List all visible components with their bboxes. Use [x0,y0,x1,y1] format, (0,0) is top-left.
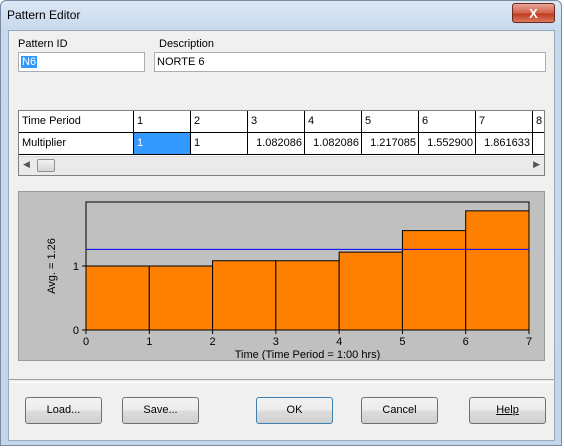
x-tick-label: 7 [526,336,532,348]
period-cell[interactable]: 4 [305,111,362,133]
description-field[interactable]: NORTE 6 [154,52,546,72]
y-tick-label: 1 [73,261,79,273]
multiplier-cell[interactable]: 1.082086 [248,133,305,155]
button-separator [9,379,554,383]
chart-bar [338,251,403,331]
pattern-editor-window: Pattern Editor X Pattern ID N6 Descripti… [0,0,562,446]
pattern-id-value: N6 [21,56,38,68]
title-bar[interactable]: Pattern Editor X [1,1,561,31]
x-tick-label: 3 [273,336,279,348]
chart-bar [465,210,530,331]
description-value: NORTE 6 [157,56,205,68]
multiplier-cell[interactable]: 1.217085 [362,133,419,155]
scroll-left-icon[interactable]: ◀ [23,159,30,170]
period-cell[interactable]: 2 [191,111,248,133]
scroll-right-icon[interactable]: ▶ [533,159,540,170]
multiplier-cell[interactable]: 1.082086 [305,133,362,155]
period-cell[interactable]: 1 [134,111,191,133]
help-label: Help [496,404,519,416]
cancel-button[interactable]: Cancel [361,397,438,424]
y-axis-label: Avg. = 1.26 [46,238,58,294]
save-button[interactable]: Save... [122,397,199,424]
multiplier-header: Multiplier [19,133,134,155]
pattern-grid: Time Period 1 2 3 4 5 6 7 8 Multiplier 1… [18,110,545,176]
x-tick-label: 4 [336,336,342,348]
period-cell[interactable]: 3 [248,111,305,133]
chart-bar [85,265,150,331]
multiplier-cell[interactable] [533,133,544,155]
multiplier-cell[interactable]: 1 [191,133,248,155]
x-tick-label: 2 [210,336,216,348]
multiplier-cell[interactable]: 1.552900 [419,133,476,155]
close-icon: X [529,6,538,21]
y-tick-label: 0 [73,325,79,337]
chart-bar [148,265,214,331]
period-cell[interactable]: 7 [476,111,533,133]
pattern-id-label: Pattern ID [18,38,68,50]
chart-bar [275,260,340,331]
ok-button[interactable]: OK [256,397,333,424]
x-tick-label: 0 [83,336,89,348]
x-tick-label: 1 [146,336,152,348]
x-axis-label: Time (Time Period = 1:00 hrs) [235,349,381,360]
close-button[interactable]: X [512,3,555,23]
window-title: Pattern Editor [7,8,81,22]
period-cell[interactable]: 8 [533,111,544,133]
pattern-chart: 0 1 2 3 4 5 6 7 0 1 Time (Time Period = 1:00 hrs) A… [18,191,545,361]
chart-bar [401,230,467,331]
horizontal-scrollbar[interactable]: ◀ ▶ [19,156,544,175]
period-cell[interactable]: 5 [362,111,419,133]
help-button[interactable]: Help [469,397,546,424]
description-label: Description [159,38,215,50]
time-period-header: Time Period [19,111,134,133]
load-button[interactable]: Load... [25,397,102,424]
x-tick-label: 5 [399,336,405,348]
chart-bar [212,260,277,331]
x-tick-label: 6 [463,336,469,348]
period-cell[interactable]: 6 [419,111,476,133]
multiplier-cell[interactable]: 1.861633 [476,133,533,155]
scroll-thumb[interactable] [37,159,55,172]
dialog-client-area: Pattern ID N6 Description NORTE 6 Time P… [8,30,555,441]
chart-svg: 0 1 2 3 4 5 6 7 0 1 Time (Time Period = 1:00 hrs) A… [19,192,544,361]
pattern-id-field[interactable]: N6 [18,52,145,72]
multiplier-cell-selected[interactable]: 1 [134,133,191,155]
